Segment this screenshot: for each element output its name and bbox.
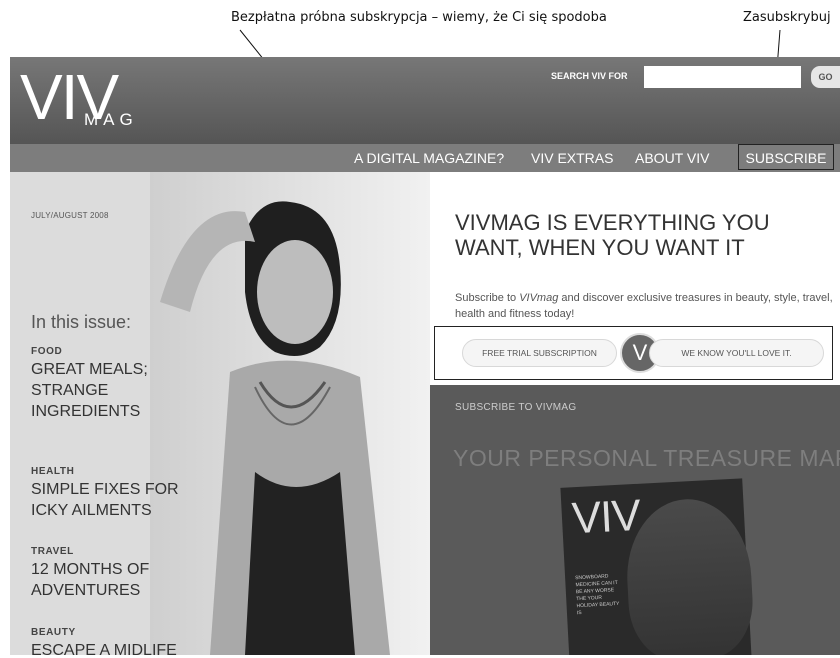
topic-title: SIMPLE FIXES FOR ICKY AILMENTS <box>31 481 179 519</box>
main-navigation: A DIGITAL MAGAZINE? VIV EXTRAS ABOUT VIV… <box>10 144 840 172</box>
topic-title: GREAT MEALS; STRANGE INGREDIENTS <box>31 361 148 420</box>
cover-model-photo <box>150 172 430 655</box>
cover-logo-text: VIV <box>570 490 642 544</box>
nav-item-viv-extras[interactable]: VIV EXTRAS <box>531 150 613 166</box>
subscribe-heading: SUBSCRIBE TO VIVMAG <box>455 402 577 413</box>
issue-date: JULY/AUGUST 2008 <box>31 211 109 220</box>
search-input[interactable] <box>644 66 801 88</box>
cover-portrait <box>623 496 756 655</box>
vivmag-logo[interactable]: VIV MAG <box>18 65 168 145</box>
search-go-button[interactable]: GO <box>811 66 840 88</box>
topic-category: FOOD <box>31 346 63 357</box>
vivmag-webpage: VIV MAG SEARCH VIV FOR GO A DIGITAL MAGA… <box>10 57 840 655</box>
subscribe-annotation: Zasubskrybuj <box>743 10 831 25</box>
topic-title: 12 MONTHS OF ADVENTURES <box>31 561 150 599</box>
magazine-cover-image[interactable]: VIV SNOWBOARD MEDICINE CAN IT BE ANY WOR… <box>560 478 756 655</box>
free-trial-highlight-box: FREE TRIAL SUBSCRIPTION V WE KNOW YOU'LL… <box>434 326 833 380</box>
topic-category: HEALTH <box>31 466 75 477</box>
site-header: VIV MAG SEARCH VIV FOR GO <box>10 57 840 144</box>
topic-category: BEAUTY <box>31 627 76 638</box>
issue-topic[interactable]: FOOD GREAT MEALS; STRANGE INGREDIENTS <box>31 346 191 422</box>
model-silhouette <box>160 201 390 655</box>
free-trial-subscription-button[interactable]: FREE TRIAL SUBSCRIPTION <box>462 339 617 367</box>
treasure-map-title: YOUR PERSONAL TREASURE MAP <box>453 445 840 471</box>
nav-item-about-viv[interactable]: ABOUT VIV <box>635 150 709 166</box>
issue-topic[interactable]: TRAVEL 12 MONTHS OF ADVENTURES <box>31 546 191 601</box>
promo-body-start: Subscribe to <box>455 292 520 304</box>
issue-topic[interactable]: BEAUTY ESCAPE A MIDLIFE <box>31 627 191 655</box>
nav-item-subscribe[interactable]: SUBSCRIBE <box>738 144 834 170</box>
promo-panel: VIVMAG IS EVERYTHING YOU WANT, WHEN YOU … <box>430 172 840 385</box>
nav-item-digital-magazine[interactable]: A DIGITAL MAGAZINE? <box>354 150 504 166</box>
issue-column: JULY/AUGUST 2008 In this issue: FOOD GRE… <box>10 172 430 655</box>
topic-category: TRAVEL <box>31 546 74 557</box>
search-label: SEARCH VIV FOR <box>551 71 628 81</box>
love-it-label: WE KNOW YOU'LL LOVE IT. <box>649 339 824 367</box>
subscribe-panel: SUBSCRIBE TO VIVMAG YOUR PERSONAL TREASU… <box>430 385 840 655</box>
topic-title: ESCAPE A MIDLIFE <box>31 642 177 655</box>
promo-body-brand: VIVmag <box>519 292 559 304</box>
cover-blurb: SNOWBOARD MEDICINE CAN IT BE ANY WORSE T… <box>575 573 620 617</box>
subscription-column: VIVMAG IS EVERYTHING YOU WANT, WHEN YOU … <box>430 172 840 655</box>
issue-heading: In this issue: <box>31 312 132 332</box>
issue-topic[interactable]: HEALTH SIMPLE FIXES FOR ICKY AILMENTS <box>31 466 191 521</box>
logo-mag-text: MAG <box>84 110 138 129</box>
promo-title: VIVMAG IS EVERYTHING YOU WANT, WHEN YOU … <box>455 210 770 260</box>
free-trial-annotation: Bezpłatna próbna subskrypcja – wiemy, że… <box>231 10 607 25</box>
promo-body: Subscribe to VIVmag and discover exclusi… <box>455 290 837 322</box>
